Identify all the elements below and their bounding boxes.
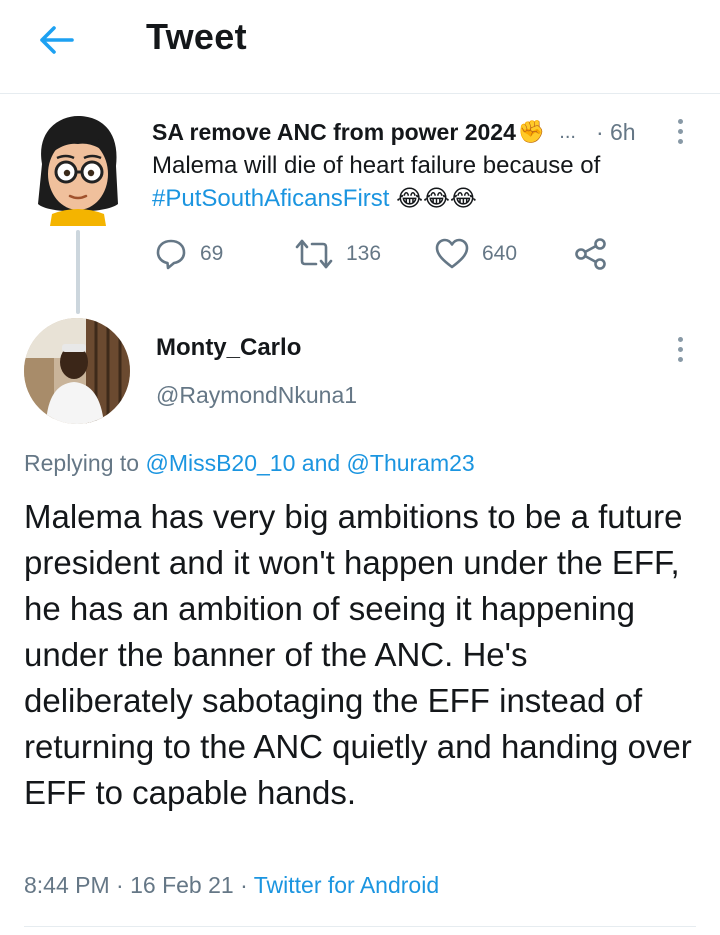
top-app-bar: Tweet: [0, 0, 720, 94]
meta-separator: ·: [116, 872, 124, 898]
parent-tweet-time: · 6h: [595, 118, 636, 145]
parent-tweet-text: Malema will die of heart failure because…: [152, 150, 692, 215]
parent-author-name[interactable]: SA remove ANC from power 2024: [152, 119, 516, 146]
parent-tweet-actions: 69 136 640: [154, 232, 608, 276]
cartoon-avatar-image: [38, 116, 118, 226]
page-title: Tweet: [146, 16, 247, 57]
like-button[interactable]: 640: [434, 237, 574, 271]
parent-more-options-button[interactable]: [668, 114, 692, 148]
tweet-source-link[interactable]: Twitter for Android: [254, 872, 439, 898]
retweet-count: 136: [346, 242, 382, 265]
retweet-icon: [295, 239, 333, 269]
share-icon: [575, 238, 606, 270]
more-dot: [677, 128, 683, 134]
main-author-handle[interactable]: @RaymondNkuna1: [156, 382, 357, 409]
main-more-options-button[interactable]: [668, 332, 692, 366]
more-vertical-icon: [677, 118, 683, 124]
meta-separator: ·: [240, 872, 248, 898]
more-dot: [677, 356, 683, 362]
main-author-name[interactable]: Monty_Carlo: [156, 334, 301, 362]
reply-button[interactable]: 69: [154, 237, 294, 271]
replying-and-link[interactable]: and: [302, 450, 340, 476]
replying-user-link[interactable]: @Thuram23: [347, 450, 475, 476]
replying-user-link[interactable]: @MissB20_10: [145, 450, 295, 476]
main-tweet-text: Malema has very big ambitions to be a fu…: [24, 498, 692, 811]
parent-tweet-header: SA remove ANC from power 2024 ✊ ... · 6h: [152, 116, 672, 148]
name-truncation: ...: [559, 120, 576, 143]
replying-to-label: Replying to: [24, 450, 140, 476]
raised-fist-emoji: ✊: [517, 119, 546, 144]
more-vertical-icon: [677, 336, 683, 342]
arrow-left-icon: [40, 26, 74, 54]
like-count: 640: [482, 242, 518, 265]
tweet-time: 8:44 PM: [24, 872, 110, 898]
hashtag-link[interactable]: #PutSouthAficansFirst: [152, 185, 389, 212]
laughing-emoji: 😂😂😂: [396, 185, 477, 211]
more-dot: [677, 138, 683, 144]
main-author-avatar[interactable]: [24, 318, 130, 424]
parent-tweet-body: Malema will die of heart failure because…: [152, 152, 601, 179]
replying-to-line: Replying to @MissB20_10 and @Thuram23: [24, 450, 475, 477]
reply-icon: [156, 239, 186, 270]
thread-connector-line: [76, 230, 80, 314]
profile-photo-image: [24, 318, 130, 424]
more-dot: [677, 346, 683, 352]
retweet-button[interactable]: 136: [294, 237, 434, 271]
tweet-meta: 8:44 PM · 16 Feb 21 · Twitter for Androi…: [24, 872, 439, 899]
share-button[interactable]: [574, 237, 608, 271]
divider: [24, 926, 696, 927]
heart-icon: [435, 238, 469, 269]
tweet-date: 16 Feb 21: [130, 872, 234, 898]
parent-author-avatar[interactable]: [22, 108, 132, 226]
back-button[interactable]: [26, 18, 86, 62]
reply-count: 69: [200, 242, 224, 265]
